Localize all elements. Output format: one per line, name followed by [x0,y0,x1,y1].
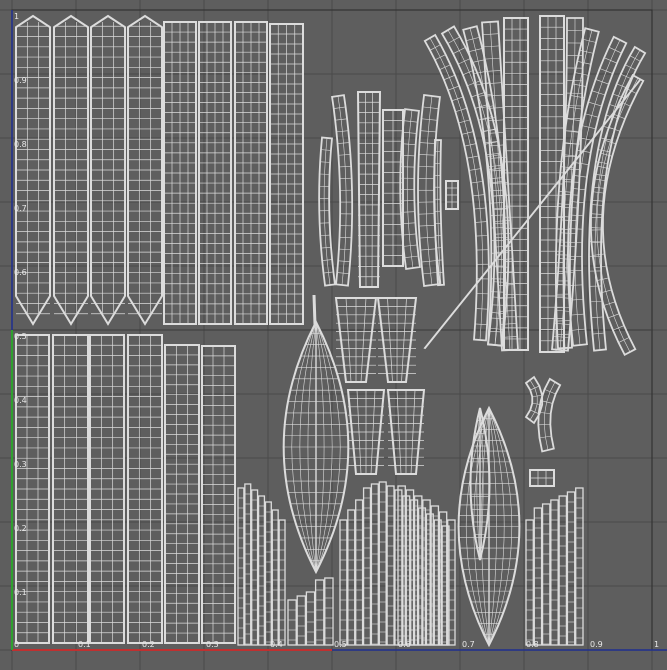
shell-right-small [529,469,555,487]
shell-top-left-pointed [53,14,89,326]
shell-top-left-pointed [15,14,51,326]
bristle-strip [257,495,266,646]
bristle-strip [287,599,297,646]
shell-top-left-strip [234,21,268,325]
v-tick-label: 0.5 [14,332,27,341]
bristle-strip [278,519,286,646]
v-tick-label: 0.4 [14,396,27,405]
u-tick-label: 0.2 [142,640,155,649]
shell-center-small [318,136,336,287]
uv-canvas[interactable]: 0 0.1 0.2 0.3 0.4 0.5 0.6 0.7 0.8 0.9 1 0.1 0.2 0.3 0.… [0,0,667,670]
bristle-strip [558,495,568,646]
shell-outline [356,91,382,288]
bristle-strip [296,595,307,646]
shell-right-leaf [457,405,521,648]
shell-center-leaf [282,319,350,575]
v-tick-label: 0.3 [14,460,27,469]
shell-center-small [445,180,459,210]
shell-top-left-pointed [90,14,126,326]
v-tick-label: 0.6 [14,268,27,277]
shell-stem [312,294,317,326]
shell-outline [524,375,544,425]
bristle-strip [244,483,252,646]
bristle-strip [370,483,379,646]
shell-outline [433,138,445,287]
u-tick-label: 0.1 [78,640,91,649]
bristle-strip [386,485,395,646]
shell-bottom-center-bristles [287,577,334,646]
shell-trapezoid [334,297,378,383]
u-tick-label: 0.9 [590,640,603,649]
uv-edge [371,91,374,288]
shell-bottom-left-strip [89,334,125,644]
v-tick-label: 1 [14,12,19,21]
shell-right-bristles [525,487,584,646]
shell-center-small [331,94,354,287]
v-tick-label: 0.2 [14,524,27,533]
u-tick-label: 0.4 [270,640,283,649]
shell-trapezoid [346,389,386,475]
uv-edge [364,91,367,288]
v-tick-label: 0.1 [14,588,27,597]
bristle-strip [362,487,372,646]
shell-top-left-pointed [127,14,163,326]
bristle-strip [575,487,584,646]
shell-center-small [433,138,445,287]
bristle-strip [533,507,543,646]
shell-outline [537,377,562,453]
bristle-strip [525,519,534,646]
v-tick-label: 0.9 [14,76,27,85]
uv-edge [529,379,538,421]
bristle-strip [237,487,245,646]
u-tick-label: 1 [654,640,659,649]
bristle-strip [339,519,348,646]
u-tick-label: 0 [14,640,19,649]
shell-bottom-left-strip [201,345,236,644]
u-tick-label: 0.3 [206,640,219,649]
u-tick-label: 0.6 [398,640,411,649]
uv-edge [406,109,414,269]
shell-right-small [524,375,544,425]
v-tick-label: 0.8 [14,140,27,149]
bristle-strip [305,591,316,646]
shell-bottom-center-bristles [237,483,286,646]
uv-editor-viewport[interactable]: 0 0.1 0.2 0.3 0.4 0.5 0.6 0.7 0.8 0.9 1 0.1 0.2 0.3 0.… [0,0,667,670]
v-tick-label: 0.7 [14,204,27,213]
uv-edge [544,381,556,451]
shell-center-small [356,91,382,288]
u-tick-label: 0.7 [462,640,475,649]
shell-top-left-strip [163,21,197,325]
shell-trapezoid [376,297,418,383]
shell-trapezoid [386,389,426,475]
shell-right-small [537,377,562,453]
bristle-strip [378,481,387,646]
shell-outline [318,136,336,287]
bristle-strip [251,489,259,646]
shell-bottom-left-strip [127,334,163,644]
u-tick-label: 0.5 [334,640,347,649]
shell-bottom-left-strip [164,344,200,644]
shell-right-center [539,15,565,353]
shell-bottom-left-strip [52,334,89,644]
u-tick-label: 0.8 [526,640,539,649]
shell-top-left-strip [269,23,304,325]
